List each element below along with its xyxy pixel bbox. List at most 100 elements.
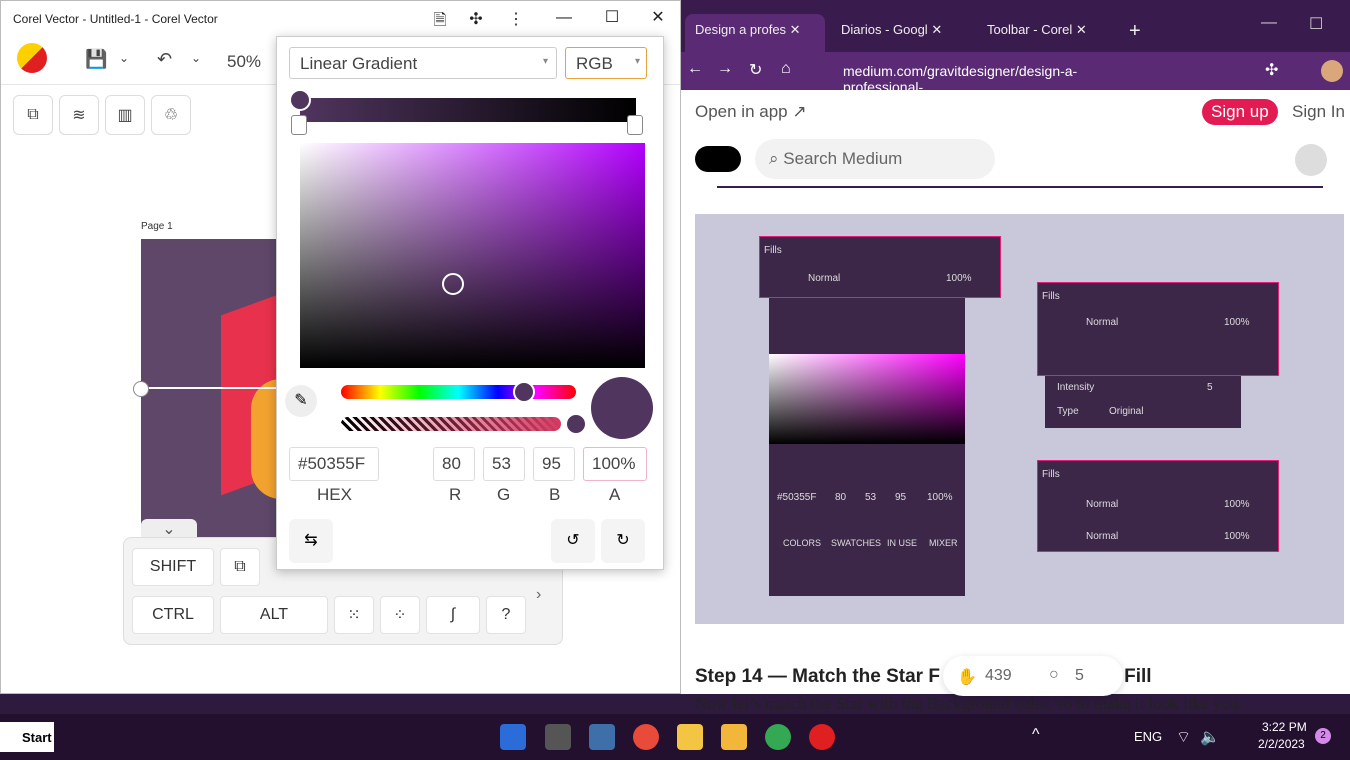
mini-a: 100% [927, 492, 953, 503]
settings-icon[interactable] [589, 724, 615, 750]
folder-icon[interactable] [721, 724, 747, 750]
undo-icon[interactable]: ↶ [157, 49, 172, 70]
search-placeholder: Search Medium [783, 149, 903, 168]
app-logo-icon[interactable] [17, 43, 47, 73]
document-icon[interactable]: 🗎 [425, 9, 455, 36]
home-icon[interactable]: ⌂ [781, 60, 791, 78]
clock-time[interactable]: 3:22 PM [1262, 720, 1307, 734]
new-tab-button[interactable]: + [1129, 20, 1141, 43]
pages-icon[interactable]: ⧉ [13, 95, 53, 135]
g-input[interactable]: 53 [483, 447, 525, 481]
noise-settings: Intensity 5 Type Original [1045, 376, 1241, 428]
chrome-icon[interactable] [633, 724, 659, 750]
a-input[interactable]: 100% [583, 447, 647, 481]
shift-key[interactable]: SHIFT [132, 548, 214, 586]
chevron-down-icon[interactable]: ⌄ [119, 51, 129, 65]
window-title: Corel Vector - Untitled-1 - Corel Vector [13, 12, 218, 26]
swap-icon[interactable]: ⇆ [289, 519, 333, 563]
alpha-slider[interactable] [341, 417, 561, 431]
a-label: A [609, 485, 621, 504]
chevron-right-icon[interactable]: › [536, 586, 541, 604]
forward-icon[interactable]: → [717, 60, 733, 78]
hex-input[interactable]: #50355F [289, 447, 379, 481]
gradient-stop-handle[interactable] [291, 115, 307, 135]
collapse-keys-button[interactable]: ⌄ [141, 519, 197, 539]
eyedropper-icon[interactable]: ✎ [285, 385, 317, 417]
ungroup-icon[interactable]: ⁘ [380, 596, 420, 634]
sign-up-button[interactable]: Sign up [1202, 99, 1278, 125]
clap-icon[interactable]: ✋ [957, 667, 977, 687]
gradient-stop-start[interactable] [289, 89, 311, 111]
sv-cursor[interactable] [442, 273, 464, 295]
layers-icon[interactable]: ≋ [59, 95, 99, 135]
alpha-thumb[interactable] [565, 413, 587, 435]
ctrl-key[interactable]: CTRL [132, 596, 214, 634]
group-icon[interactable]: ⁙ [334, 596, 374, 634]
corel-icon[interactable] [809, 724, 835, 750]
artboard[interactable] [141, 239, 311, 539]
b-input[interactable]: 95 [533, 447, 575, 481]
language[interactable]: ENG [1134, 729, 1162, 744]
path-icon[interactable]: ∫ [426, 596, 480, 634]
tab-toolbar[interactable]: Toolbar - Corel ✕ [977, 14, 1117, 52]
open-in-app-link[interactable]: Open in app ↗ [695, 102, 807, 122]
zoom-level[interactable]: 50% [227, 52, 261, 72]
avatar[interactable] [1295, 144, 1327, 176]
comment-icon[interactable]: ○ [1049, 666, 1059, 684]
gradient-handle[interactable] [133, 381, 149, 397]
url-field[interactable]: medium.com/gravitdesigner/design-a-profe… [813, 58, 1193, 95]
rotate-left-icon[interactable]: ↺ [551, 519, 595, 563]
alt-key[interactable]: ALT [220, 596, 328, 634]
color-model-select[interactable]: RGB ▾ [565, 47, 647, 79]
save-icon[interactable]: 💾 [85, 49, 107, 70]
r-input[interactable]: 80 [433, 447, 475, 481]
tab-medium[interactable]: Design a profes ✕ [685, 14, 825, 52]
minimize-button[interactable]: — [549, 9, 579, 27]
sign-in-link[interactable]: Sign In [1292, 102, 1345, 122]
hue-thumb[interactable] [513, 381, 535, 403]
chrome-icon[interactable] [765, 724, 791, 750]
notification-badge[interactable]: 2 [1315, 728, 1331, 744]
volume-icon[interactable]: 🔈 [1200, 727, 1220, 747]
notes-icon[interactable] [677, 724, 703, 750]
chevron-up-icon[interactable]: ^ [1032, 726, 1040, 744]
close-button[interactable]: ✕ [643, 7, 673, 27]
clock-date[interactable]: 2/2/2023 [1258, 737, 1305, 751]
medium-logo[interactable] [695, 146, 741, 172]
minimize-button[interactable]: — [1261, 14, 1277, 32]
back-icon[interactable]: ← [687, 60, 703, 78]
hue-slider[interactable] [341, 385, 576, 399]
maximize-button[interactable]: ☐ [597, 7, 627, 27]
copy-icon[interactable]: ⧉ [220, 548, 260, 586]
reload-icon[interactable]: ↻ [749, 60, 762, 80]
maximize-button[interactable]: ☐ [1309, 14, 1323, 34]
extensions-icon[interactable]: ✣ [1265, 60, 1278, 80]
more-icon[interactable]: ⋮ [501, 9, 531, 29]
mini-b: 95 [895, 492, 907, 503]
rotate-right-icon[interactable]: ↻ [601, 519, 645, 563]
saturation-value-area[interactable] [300, 143, 645, 368]
blend-mode: Normal [1086, 317, 1119, 328]
tab-diarios[interactable]: Diarios - Googl ✕ [831, 14, 971, 52]
search-input[interactable]: ⌕ Search Medium [755, 139, 995, 179]
windows-icon[interactable] [500, 724, 526, 750]
tab-strip: Design a profes ✕ Diarios - Googl ✕ Tool… [681, 0, 1350, 52]
chevron-down-icon[interactable]: ⌄ [191, 51, 201, 65]
fill-type-select[interactable]: Linear Gradient ▾ [289, 47, 557, 79]
avatar[interactable] [1321, 60, 1343, 82]
article-body: Now let’s match the Star with the Backgr… [695, 694, 1239, 713]
task-view-icon[interactable] [545, 724, 571, 750]
extensions-icon[interactable]: ✣ [461, 9, 491, 29]
opacity: 100% [946, 273, 972, 284]
start-button[interactable]: Start [0, 722, 54, 752]
type-label: Type [1057, 406, 1079, 417]
wifi-icon[interactable]: ⌔ [1176, 727, 1191, 747]
gradient-bar[interactable] [300, 98, 636, 122]
intensity-label: Intensity [1057, 382, 1095, 393]
engagement-bar: ✋ 439 ○ 5 [943, 656, 1123, 696]
help-icon[interactable]: ? [486, 596, 526, 634]
title-bar: Corel Vector - Untitled-1 - Corel Vector… [1, 1, 680, 37]
libraries-icon[interactable]: ▥ [105, 95, 145, 135]
gradient-stop-handle[interactable] [627, 115, 643, 135]
assets-icon[interactable]: ♲ [151, 95, 191, 135]
